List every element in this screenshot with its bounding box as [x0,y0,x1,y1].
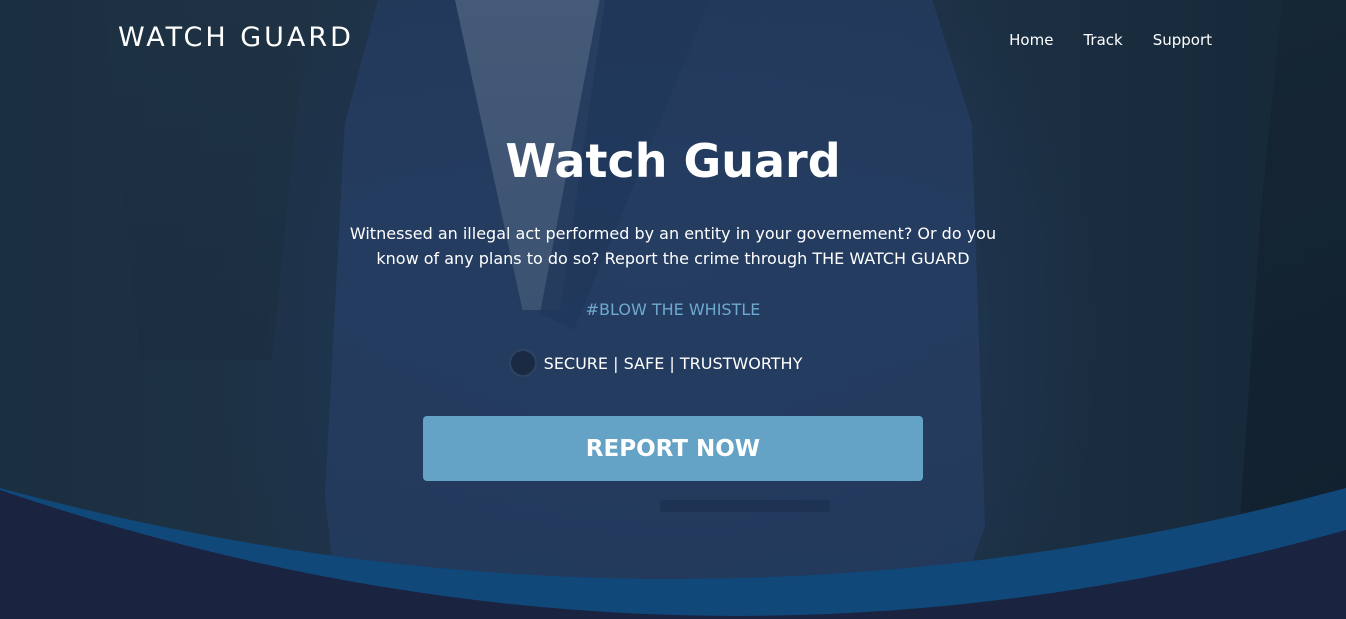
nav-link-track[interactable]: Track [1083,31,1122,49]
nav-link-home[interactable]: Home [1009,31,1053,49]
hero-tagline: SECURE | SAFE | TRUSTWORTHY [543,354,803,373]
report-now-button[interactable]: REPORT NOW [423,416,923,481]
bottom-wave [0,488,1346,619]
hero-description: Witnessed an illegal act performed by an… [349,224,997,268]
nav-link-support[interactable]: Support [1153,31,1212,49]
main-nav: Home Track Support [1009,31,1212,49]
hero-hashtag: #BLOW THE WHISTLE [585,300,761,319]
brand-logo-text[interactable]: WATCH GUARD [118,22,354,53]
hero-title: Watch Guard [505,134,841,188]
